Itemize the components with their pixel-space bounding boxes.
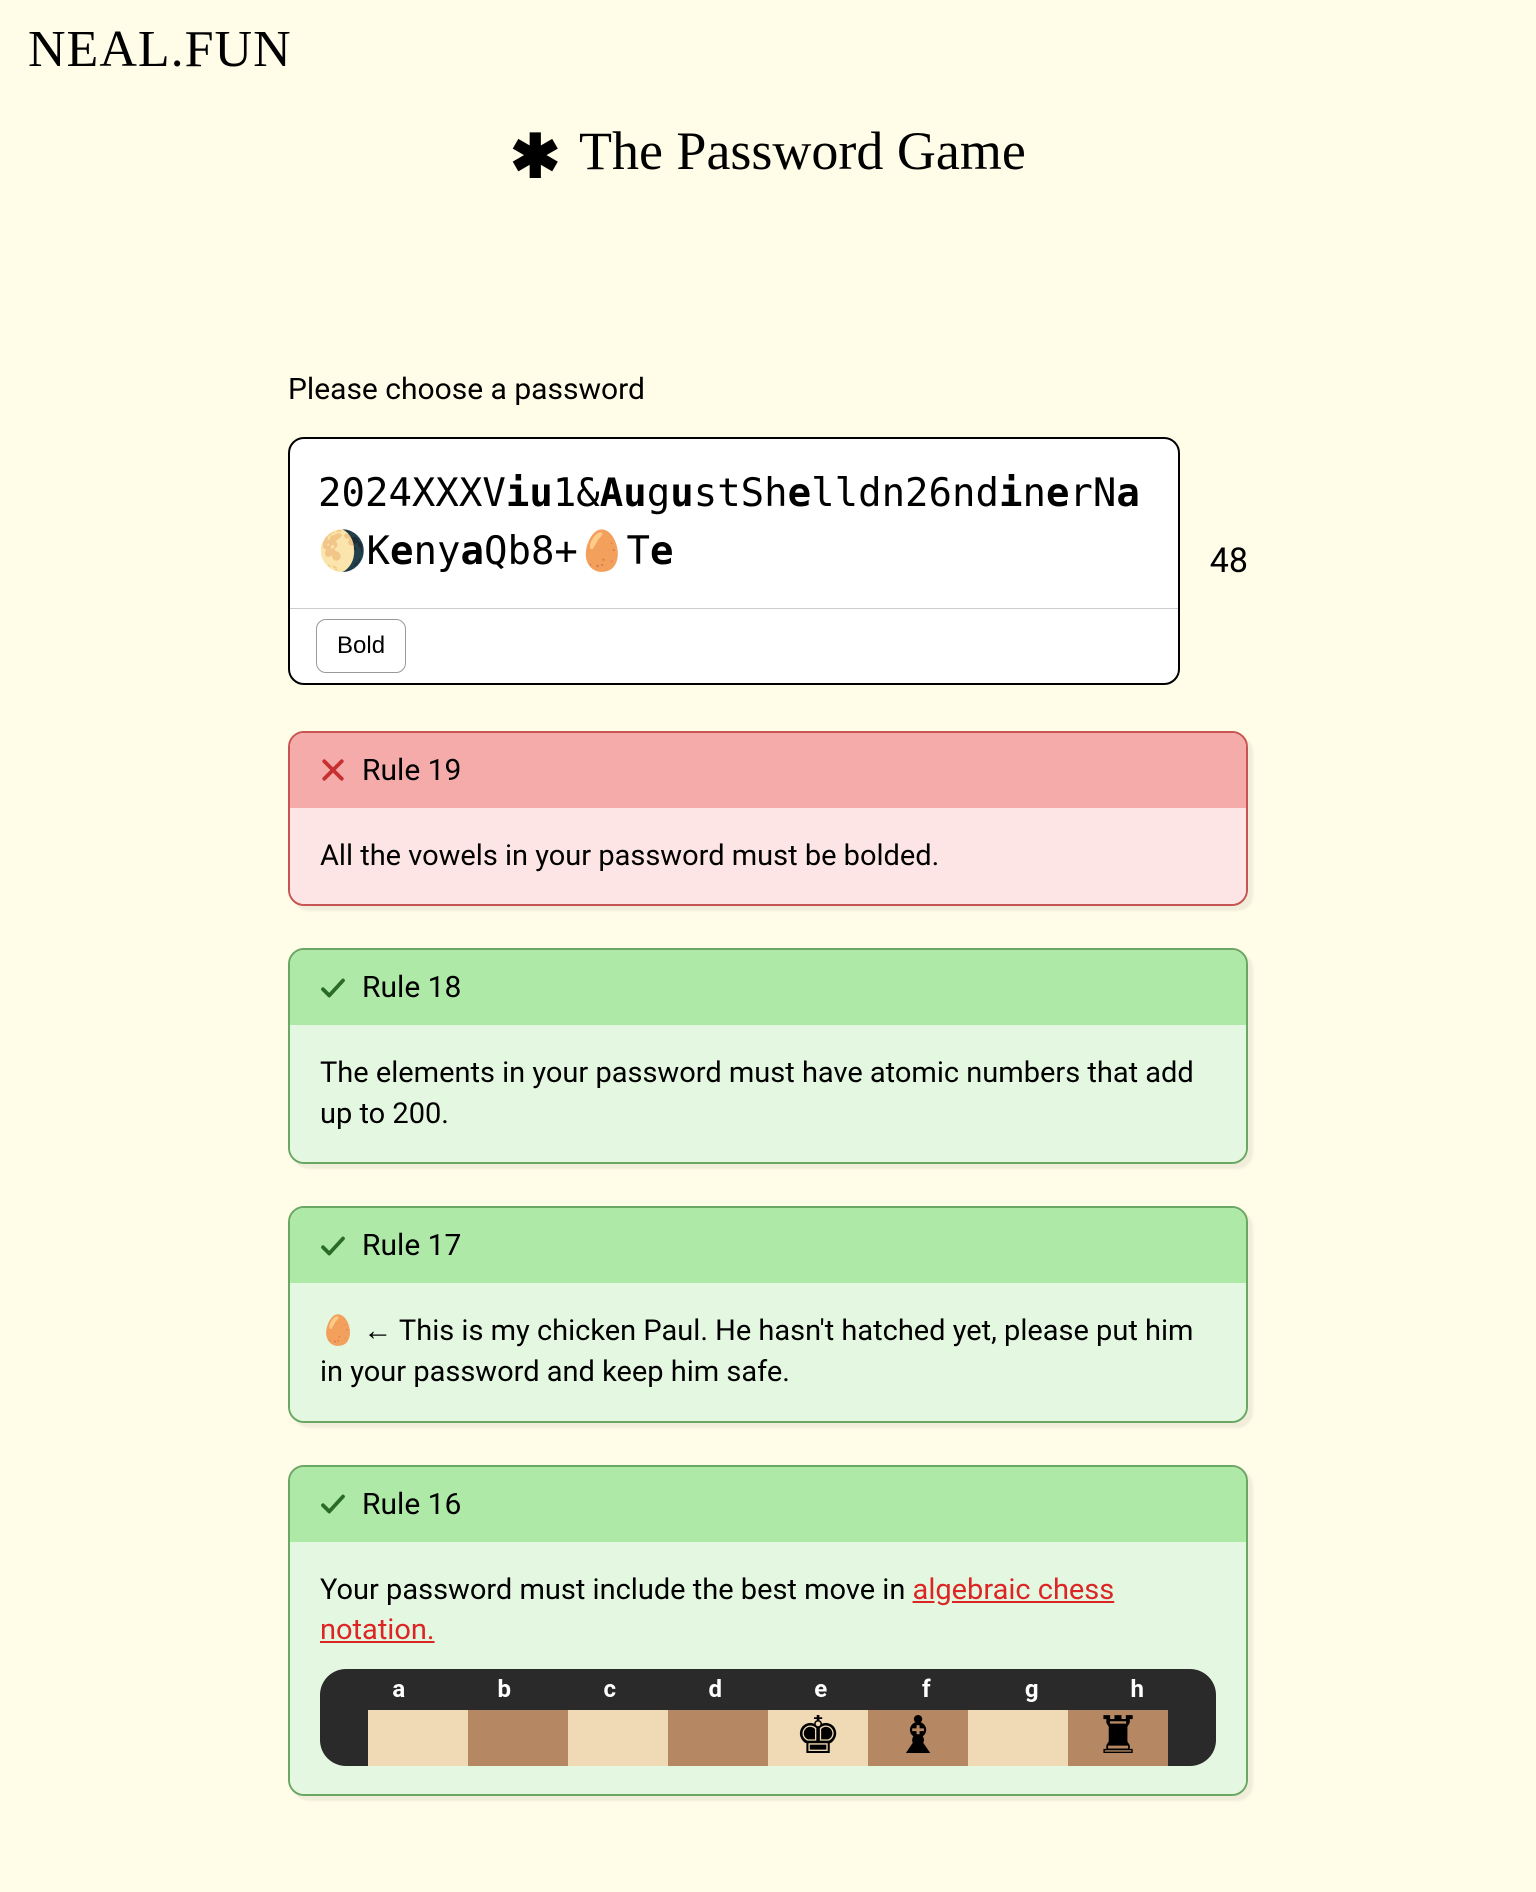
chess-square[interactable] — [968, 1710, 1068, 1766]
rule-header: Rule 17 — [290, 1208, 1246, 1283]
title-text: The Password Game — [579, 121, 1026, 181]
rule-body: The elements in your password must have … — [290, 1025, 1246, 1162]
chess-square[interactable]: ♚ — [768, 1710, 868, 1766]
rule-label: Rule 18 — [362, 970, 461, 1005]
rule-card: Rule 16 Your password must include the be… — [288, 1465, 1248, 1797]
rule-body: All the vowels in your password must be … — [290, 808, 1246, 905]
chess-board: abcdefgh♚♝♜ — [320, 1669, 1216, 1767]
chess-file-label: g — [982, 1673, 1082, 1707]
chess-square[interactable]: ♜ — [1068, 1710, 1168, 1766]
rule-label: Rule 16 — [362, 1487, 461, 1522]
char-counter: 48 — [1210, 541, 1248, 581]
chess-square[interactable] — [668, 1710, 768, 1766]
rule-card: Rule 19 All the vowels in your password m… — [288, 731, 1248, 907]
chess-square[interactable] — [568, 1710, 668, 1766]
chess-file-label: c — [560, 1673, 660, 1707]
chess-file-label: d — [665, 1673, 765, 1707]
chess-file-label: a — [349, 1673, 449, 1707]
chess-square[interactable] — [468, 1710, 568, 1766]
chess-file-label: e — [771, 1673, 871, 1707]
page-title: ✱ The Password Game — [278, 120, 1258, 192]
password-box: 2024XXXViu1&AugustShelldn26ndinerNa🌖Keny… — [288, 437, 1180, 685]
password-input[interactable]: 2024XXXViu1&AugustShelldn26ndinerNa🌖Keny… — [290, 439, 1178, 608]
rule-header: Rule 16 — [290, 1467, 1246, 1542]
asterisk-icon: ✱ — [510, 122, 560, 192]
rule-body: Your password must include the best move… — [290, 1542, 1246, 1795]
chess-file-label: f — [876, 1673, 976, 1707]
check-icon — [318, 973, 348, 1003]
bold-button[interactable]: Bold — [316, 619, 406, 673]
rule-card: Rule 18 The elements in your password mus… — [288, 948, 1248, 1164]
chess-square[interactable] — [368, 1710, 468, 1766]
chess-file-label: b — [454, 1673, 554, 1707]
x-icon — [318, 755, 348, 785]
rule-body: 🥚 ← This is my chicken Paul. He hasn't h… — [290, 1283, 1246, 1420]
chess-file-labels: abcdefgh — [346, 1669, 1190, 1711]
rule-label: Rule 19 — [362, 753, 461, 788]
rule-text: Your password must include the best move… — [320, 1573, 913, 1607]
rule-card: Rule 17 🥚 ← This is my chicken Paul. He h… — [288, 1206, 1248, 1422]
chess-row: ♚♝ ♜ — [346, 1710, 1190, 1766]
site-logo[interactable]: NEAL.FUN — [28, 20, 292, 79]
rule-header: Rule 18 — [290, 950, 1246, 1025]
check-icon — [318, 1489, 348, 1519]
rule-label: Rule 17 — [362, 1228, 461, 1263]
chess-file-label: h — [1087, 1673, 1187, 1707]
password-prompt: Please choose a password — [288, 372, 1248, 407]
check-icon — [318, 1231, 348, 1261]
rule-header: Rule 19 — [290, 733, 1246, 808]
chess-square[interactable]: ♝ — [868, 1710, 968, 1766]
format-toolbar: Bold — [290, 608, 1178, 683]
